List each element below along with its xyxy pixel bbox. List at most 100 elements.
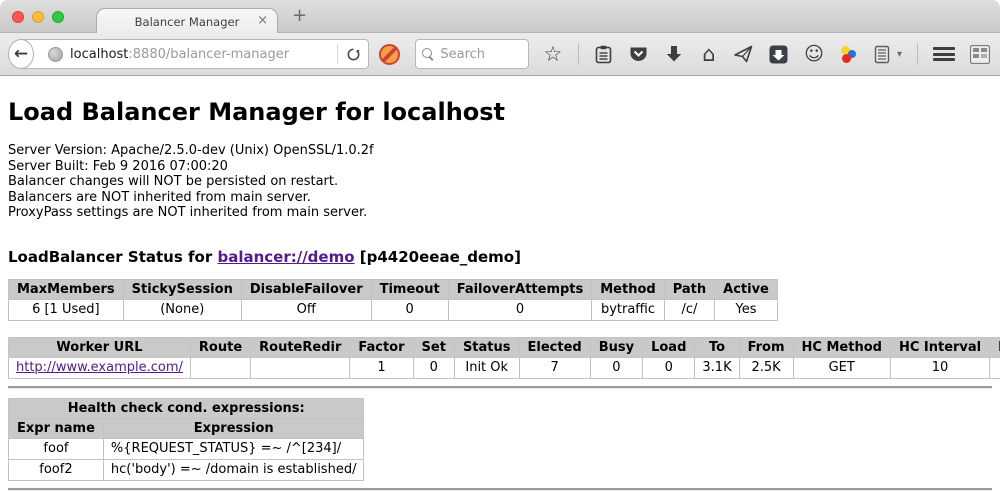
balancer-status-table: MaxMembersStickySessionDisableFailoverTi… [8, 279, 778, 321]
table-cell: GET [793, 357, 890, 378]
colored-dots-extension-icon[interactable] [839, 45, 857, 63]
search-bar[interactable] [415, 39, 529, 69]
column-header: HC Interval [890, 337, 989, 357]
table-cell: http://www.example.com/ [9, 357, 191, 378]
new-tab-button[interactable]: + [292, 5, 307, 26]
info-line: ProxyPass settings are NOT inherited fro… [8, 205, 992, 221]
reading-list-icon[interactable] [594, 44, 614, 64]
column-header: Active [715, 279, 778, 299]
column-header: Path [664, 279, 714, 299]
table-cell [251, 357, 350, 378]
toolbar-divider [578, 43, 579, 65]
table-row: http://www.example.com/10Init Ok7003.1K2… [9, 357, 1000, 378]
url-host: localhost [70, 47, 128, 62]
column-header: From [739, 337, 793, 357]
info-line: Server Built: Feb 9 2016 07:00:20 [8, 159, 992, 175]
worker-url-link[interactable]: http://www.example.com/ [16, 360, 183, 375]
chat-smiley-icon[interactable]: ☺ [804, 44, 824, 64]
column-header-expression: Expression [103, 418, 364, 438]
url-text[interactable]: localhost:8880/balancer-manager [70, 47, 331, 62]
status-heading-suffix: [p4420eeae_demo] [355, 248, 521, 266]
column-header: Route [190, 337, 250, 357]
table-cell: 0 [448, 299, 592, 320]
column-header: Busy [590, 337, 642, 357]
info-line: Balancer changes will NOT be persisted o… [8, 174, 992, 190]
balancer-demo-link[interactable]: balancer://demo [217, 248, 354, 266]
page-content: Load Balancer Manager for localhost Serv… [0, 76, 1000, 490]
table-cell: 0 [590, 357, 642, 378]
browser-tab[interactable]: Balancer Manager × [96, 8, 278, 34]
archive-container-icon[interactable] [872, 44, 892, 64]
table-cell [190, 357, 250, 378]
table-header-row: MaxMembersStickySessionDisableFailoverTi… [9, 279, 778, 299]
health-table-header-row: Expr name Expression [9, 418, 364, 438]
close-window-button[interactable] [12, 11, 24, 23]
table-cell: 2.5K [739, 357, 793, 378]
globe-icon [48, 47, 63, 62]
menu-icon[interactable] [933, 47, 955, 61]
browser-window: Balancer Manager × + ← localhost:8880/ba… [0, 0, 1000, 491]
reload-button[interactable] [342, 47, 361, 62]
column-header: Timeout [371, 279, 448, 299]
home-icon[interactable]: ⌂ [699, 44, 719, 64]
server-info: Server Version: Apache/2.5.0-dev (Unix) … [8, 143, 992, 221]
pocket-icon[interactable] [629, 44, 649, 64]
column-header: DisableFailover [241, 279, 371, 299]
info-line: Server Version: Apache/2.5.0-dev (Unix) … [8, 143, 992, 159]
column-header: MaxMembers [9, 279, 124, 299]
plugin-blocked-icon[interactable] [379, 44, 400, 65]
table-row: 6 [1 Used](None)Off00bytraffic/c/Yes [9, 299, 778, 320]
table-cell: 1 [350, 357, 413, 378]
table-cell: 0 [371, 299, 448, 320]
column-header: StickySession [123, 279, 241, 299]
table-cell: 0 [413, 357, 454, 378]
search-icon [422, 48, 434, 60]
zoom-window-button[interactable] [52, 11, 64, 23]
divider [8, 488, 992, 491]
bookmark-star-icon[interactable]: ☆ [543, 44, 563, 64]
window-controls [12, 11, 64, 23]
back-button[interactable]: ← [8, 39, 34, 69]
tab-title: Balancer Manager [135, 15, 240, 29]
table-cell: 3.1K [695, 357, 739, 378]
column-header: Load [643, 337, 695, 357]
toolbar-divider [917, 43, 918, 65]
back-icon: ← [14, 44, 28, 64]
column-header: FailoverAttempts [448, 279, 592, 299]
table-cell: 0 [643, 357, 695, 378]
table-cell: (None) [123, 299, 241, 320]
table-row: foof2 hc('body') =~ /domain is establish… [9, 459, 364, 480]
column-header: RouteRedir [251, 337, 350, 357]
download-icon[interactable] [664, 44, 684, 64]
column-header-expr-name: Expr name [9, 418, 104, 438]
url-bar[interactable]: localhost:8880/balancer-manager [19, 39, 369, 69]
minimize-window-button[interactable] [32, 11, 44, 23]
status-heading-prefix: LoadBalancer Status for [8, 248, 217, 266]
close-tab-icon[interactable]: × [257, 13, 268, 29]
table-cell: 10 [890, 357, 989, 378]
table-cell: bytraffic [592, 299, 664, 320]
send-icon[interactable] [734, 44, 754, 64]
expression-cell: hc('body') =~ /domain is established/ [103, 459, 364, 480]
table-header-row: Worker URLRouteRouteRedirFactorSetStatus… [9, 337, 1000, 357]
tab-grid-icon[interactable] [970, 44, 990, 64]
table-row: foof %{REQUEST_STATUS} =~ /^[234]/ [9, 438, 364, 459]
page-title: Load Balancer Manager for localhost [8, 98, 992, 126]
reload-icon [346, 47, 361, 62]
chevron-down-icon[interactable]: ▾ [897, 49, 902, 60]
health-check-table: Health check cond. expressions: Expr nam… [8, 398, 364, 481]
column-header: Factor [350, 337, 413, 357]
divider [8, 386, 992, 389]
table-cell: /c/ [664, 299, 714, 320]
table-cell: Init Ok [454, 357, 519, 378]
expression-cell: %{REQUEST_STATUS} =~ /^[234]/ [103, 438, 364, 459]
column-header: Elected [519, 337, 590, 357]
search-input[interactable] [440, 47, 522, 62]
video-download-icon[interactable] [769, 44, 789, 64]
window-titlebar[interactable]: Balancer Manager × + [0, 0, 1000, 33]
column-header: To [695, 337, 739, 357]
loadbalancer-status-heading: LoadBalancer Status for balancer://demo … [8, 248, 992, 266]
column-header: Method [592, 279, 664, 299]
navigation-toolbar: ← localhost:8880/balancer-manager ☆ [0, 33, 1000, 76]
column-header: Worker URL [9, 337, 191, 357]
